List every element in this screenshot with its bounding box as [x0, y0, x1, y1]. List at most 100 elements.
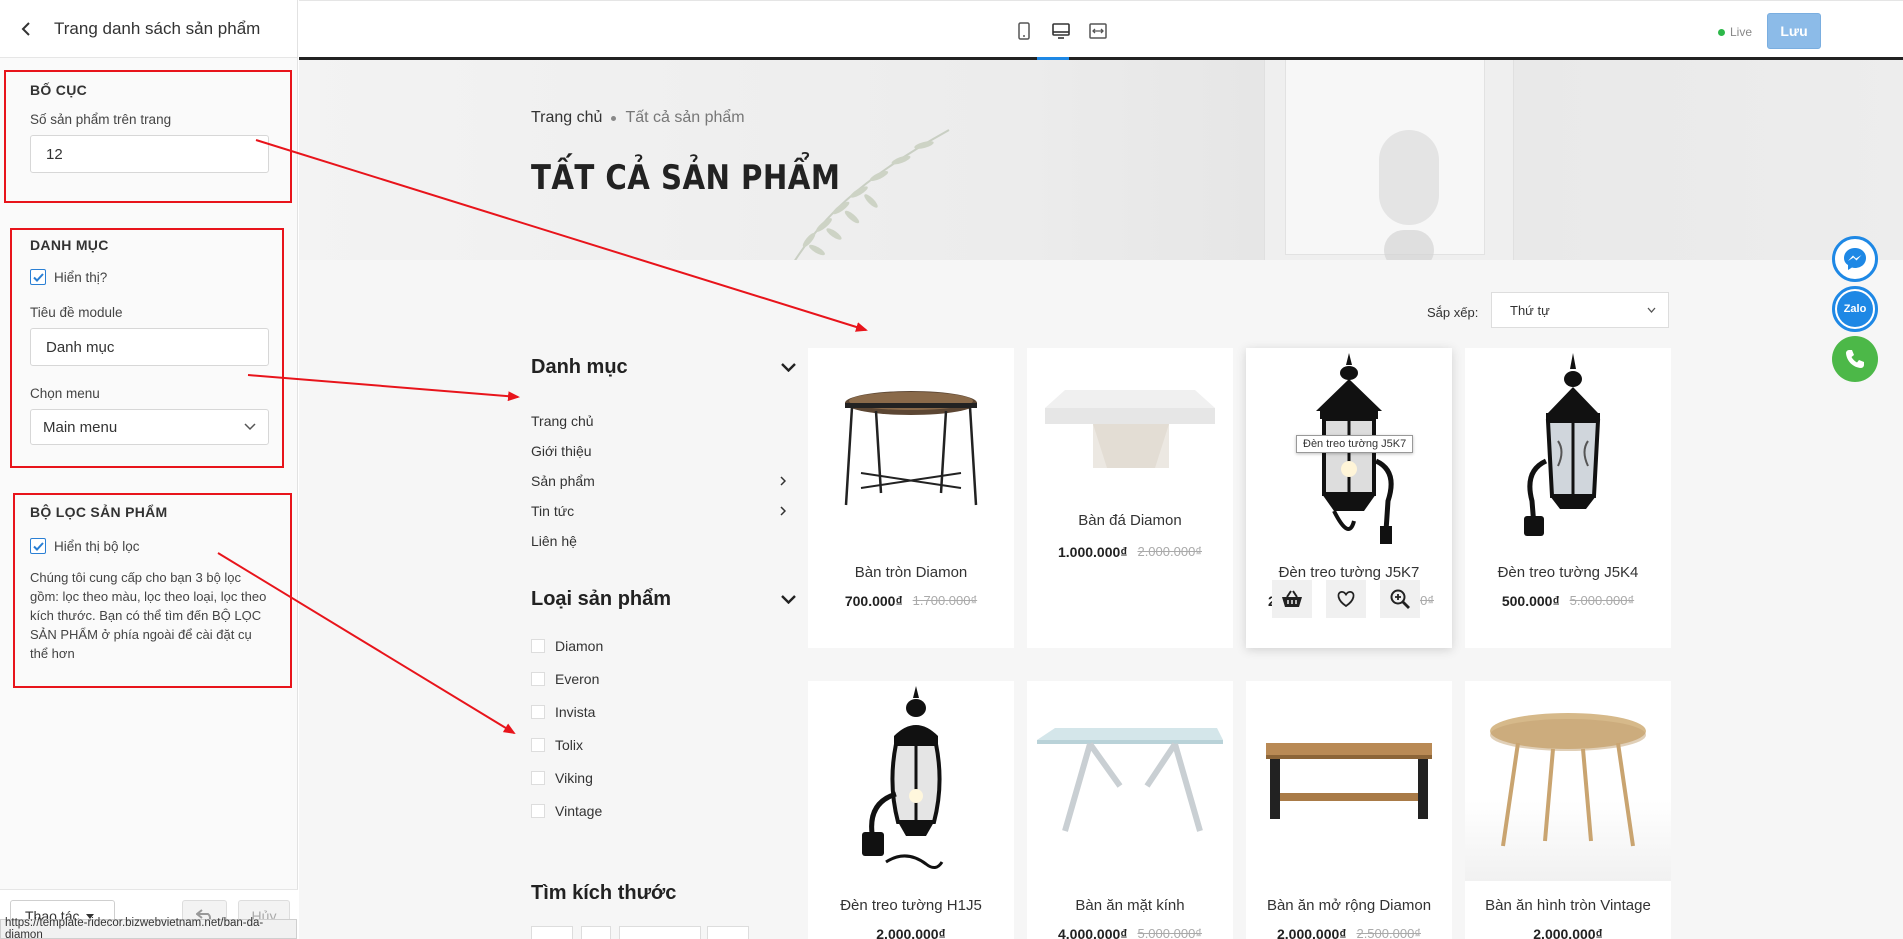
product-image[interactable] [1027, 681, 1233, 881]
product-image[interactable] [1246, 681, 1452, 881]
product-image[interactable] [1027, 348, 1233, 508]
product-type-label: Diamon [555, 638, 604, 654]
back-button[interactable] [14, 17, 38, 41]
sidebar-title: Trang danh sách sản phẩm [54, 18, 261, 38]
category-item[interactable]: Giới thiệu [531, 443, 786, 459]
product-name[interactable]: Bàn ăn mặt kính [1027, 897, 1233, 914]
product-type-checkbox[interactable] [531, 804, 545, 818]
product-type-option[interactable]: Viking [531, 770, 593, 786]
product-name[interactable]: Đèn treo tường H1J5 [808, 897, 1014, 914]
save-button[interactable]: Lưu [1767, 13, 1821, 49]
product-name[interactable]: Bàn đá Diamon [1027, 512, 1233, 529]
category-show-row[interactable]: Hiển thị? [30, 269, 268, 285]
product-name[interactable]: Bàn tròn Diamon [808, 564, 1014, 581]
mobile-view-button[interactable] [1012, 19, 1036, 43]
product-type-checkbox[interactable] [531, 705, 545, 719]
size-chip[interactable] [707, 926, 749, 939]
product-image[interactable] [808, 681, 1014, 881]
product-type-option[interactable]: Tolix [531, 737, 583, 753]
quick-view-button[interactable] [1380, 580, 1420, 618]
category-item[interactable]: Liên hệ [531, 533, 786, 549]
page-title: TẤT CẢ SẢN PHẨM [531, 158, 841, 198]
product-old-price: 5.000.000₫ [1569, 593, 1635, 608]
sort-select[interactable]: Thứ tự [1491, 292, 1669, 328]
basket-icon [1282, 590, 1302, 607]
product-card[interactable]: Đèn treo tường J5K4 500.000₫ 5.000.000₫ [1465, 348, 1671, 648]
filter-show-label: Hiển thị bộ lọc [54, 538, 140, 554]
filter-section-title: BỘ LỌC SẢN PHẨM [30, 504, 168, 520]
product-type-checkbox[interactable] [531, 672, 545, 686]
product-card[interactable]: Bàn ăn mặt kính 4.000.000₫ 5.000.000₫ [1027, 681, 1233, 939]
round-table-image [844, 391, 978, 506]
zalo-button[interactable]: Zalo [1832, 286, 1878, 332]
size-chip[interactable] [531, 926, 573, 939]
product-type-checkbox[interactable] [531, 639, 545, 653]
product-type-checkbox[interactable] [531, 771, 545, 785]
product-hover-actions [1272, 580, 1420, 618]
chevron-right-icon[interactable] [780, 506, 786, 516]
category-filter-heading[interactable]: Danh mục [531, 356, 796, 379]
category-show-checkbox[interactable] [30, 269, 46, 285]
filter-show-checkbox[interactable] [30, 538, 46, 554]
product-card[interactable]: Bàn đá Diamon 1.000.000₫ 2.000.000₫ [1027, 348, 1233, 648]
size-chip[interactable] [581, 926, 611, 939]
size-chip[interactable] [619, 926, 701, 939]
theme-preview: Trang chủ Tất cả sản phẩm TẤT CẢ SẢN PHẨ… [299, 60, 1903, 939]
product-type-option[interactable]: Everon [531, 671, 599, 687]
breadcrumb-current: Tất cả sản phẩm [625, 109, 745, 126]
product-name[interactable]: Đèn treo tường J5K7 [1246, 564, 1452, 581]
breadcrumb-home[interactable]: Trang chủ [531, 109, 602, 127]
product-image[interactable] [1465, 348, 1671, 548]
product-price-row: 1.000.000₫ 2.000.000₫ [1027, 544, 1233, 560]
category-item[interactable]: Tin tức [531, 503, 786, 519]
messenger-button[interactable] [1832, 236, 1878, 282]
wall-decoration [1384, 230, 1434, 260]
live-dot [1718, 28, 1725, 36]
product-type-option[interactable]: Diamon [531, 638, 603, 654]
product-name[interactable]: Bàn ăn mở rộng Diamon [1246, 897, 1452, 914]
filter-section: BỘ LỌC SẢN PHẨM Hiển thị bộ lọc Chúng tô… [0, 504, 298, 663]
product-card[interactable]: Bàn ăn mở rộng Diamon 2.000.000₫ 2.500.0… [1246, 681, 1452, 939]
per-page-input[interactable] [30, 135, 269, 173]
product-type-label: Tolix [555, 737, 584, 753]
add-to-wishlist-button[interactable] [1326, 580, 1366, 618]
category-section-title: DANH MỤC [30, 237, 109, 253]
desktop-view-button[interactable] [1049, 19, 1073, 43]
product-type-option[interactable]: Invista [531, 704, 595, 720]
page-banner: Trang chủ Tất cả sản phẩm TẤT CẢ SẢN PHẨ… [299, 60, 1903, 260]
add-to-cart-button[interactable] [1272, 580, 1312, 618]
wall-lamp-image [862, 685, 944, 869]
product-price-row: 4.000.000₫ 5.000.000₫ [1027, 926, 1233, 939]
product-card[interactable]: Đèn treo tường H1J5 2.000.000₫ [808, 681, 1014, 939]
category-item[interactable]: Sản phẩm [531, 473, 786, 489]
size-filter-heading[interactable]: Tìm kích thước [531, 882, 796, 905]
category-filter-title: Danh mục [531, 356, 628, 378]
chevron-right-icon[interactable] [780, 476, 786, 486]
product-price: 500.000₫ [1501, 593, 1560, 609]
product-type-label: Everon [555, 671, 600, 687]
product-name[interactable]: Bàn ăn hình tròn Vintage [1465, 897, 1671, 914]
product-type-option[interactable]: Vintage [531, 803, 602, 819]
menu-select[interactable]: Main menu [30, 409, 269, 445]
sort-label: Sắp xếp: [1427, 305, 1479, 320]
product-type-filter-heading[interactable]: Loại sản phẩm [531, 588, 796, 611]
product-type-checkbox[interactable] [531, 738, 545, 752]
product-type-label: Invista [555, 704, 596, 720]
product-price: 700.000₫ [844, 593, 903, 609]
extendable-table-image [1266, 743, 1432, 819]
module-title-input[interactable] [30, 328, 269, 366]
filter-show-row[interactable]: Hiển thị bộ lọc [30, 538, 268, 554]
fullwidth-view-button[interactable] [1086, 19, 1110, 43]
phone-button[interactable] [1832, 336, 1878, 382]
product-card[interactable]: Bàn ăn hình tròn Vintage 2.000.000₫ [1465, 681, 1671, 939]
chevron-left-icon [21, 21, 30, 36]
product-name[interactable]: Đèn treo tường J5K4 [1465, 564, 1671, 581]
product-card[interactable]: Bàn tròn Diamon 700.000₫ 1.700.000₫ [808, 348, 1014, 648]
product-image[interactable] [808, 348, 1014, 548]
module-title-label: Tiêu đề module [30, 305, 123, 320]
category-item-label: Tin tức [531, 503, 575, 519]
product-card[interactable]: Đèn treo tường J5K7 Đèn treo tường J5K7 … [1246, 348, 1452, 648]
category-show-label: Hiển thị? [54, 269, 108, 285]
product-image[interactable] [1465, 681, 1671, 881]
category-item[interactable]: Trang chủ [531, 413, 786, 429]
